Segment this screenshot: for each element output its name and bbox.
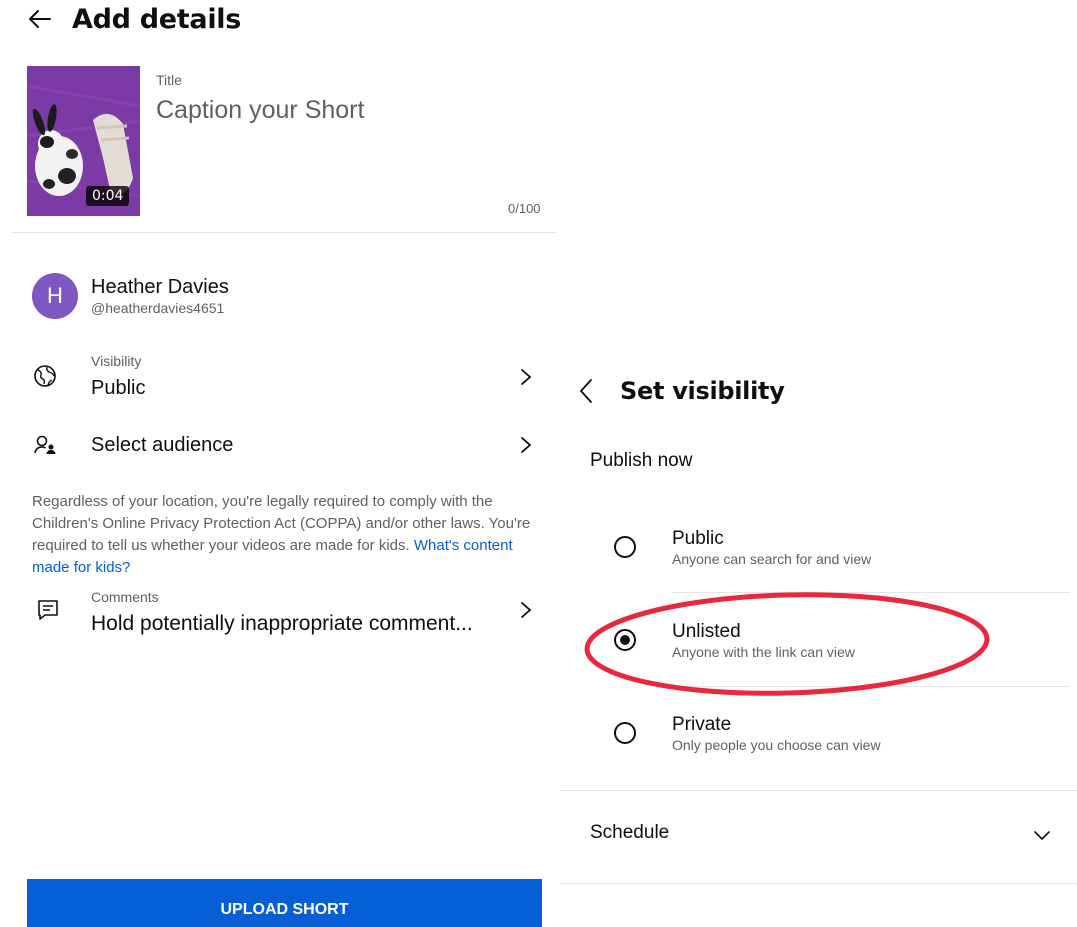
channel-name: Heather Davies (91, 276, 229, 298)
page-title: Add details (72, 4, 241, 35)
highlight-annotation (584, 592, 990, 696)
title-label: Title (156, 72, 182, 88)
title-input[interactable] (156, 96, 536, 125)
publish-now-label: Publish now (590, 450, 693, 471)
chevron-right-icon (521, 437, 532, 453)
channel-handle: @heatherdavies4651 (91, 300, 225, 316)
chevron-right-icon (521, 602, 532, 618)
set-visibility-title: Set visibility (620, 377, 785, 405)
coppa-notice: Regardless of your location, you're lega… (32, 491, 537, 579)
back-arrow-icon[interactable] (26, 5, 54, 33)
option-title: Public (672, 528, 724, 549)
title-char-count: 0/100 (508, 201, 541, 216)
divider (560, 790, 1077, 791)
audience-icon (34, 435, 56, 454)
visibility-label: Visibility (91, 353, 142, 369)
globe-icon (34, 365, 56, 387)
select-audience-label: Select audience (91, 434, 234, 456)
visibility-value: Public (91, 377, 146, 399)
divider (11, 232, 557, 233)
avatar: H (32, 273, 78, 319)
chevron-down-icon (1034, 831, 1050, 841)
schedule-label: Schedule (590, 822, 670, 843)
option-subtitle: Only people you choose can view (672, 737, 881, 753)
upload-short-button[interactable]: UPLOAD SHORT (27, 879, 542, 927)
video-duration-badge: 0:04 (86, 186, 130, 206)
option-title: Private (672, 714, 732, 735)
option-subtitle: Anyone can search for and view (672, 551, 872, 567)
divider (560, 883, 1077, 884)
radio-private[interactable] (614, 722, 636, 744)
chevron-right-icon (521, 369, 532, 385)
back-chevron-icon[interactable] (576, 376, 596, 406)
comment-icon (38, 600, 58, 620)
radio-public[interactable] (614, 536, 636, 558)
comments-value: Hold potentially inappropriate comment..… (91, 612, 473, 635)
comments-label: Comments (91, 589, 159, 605)
